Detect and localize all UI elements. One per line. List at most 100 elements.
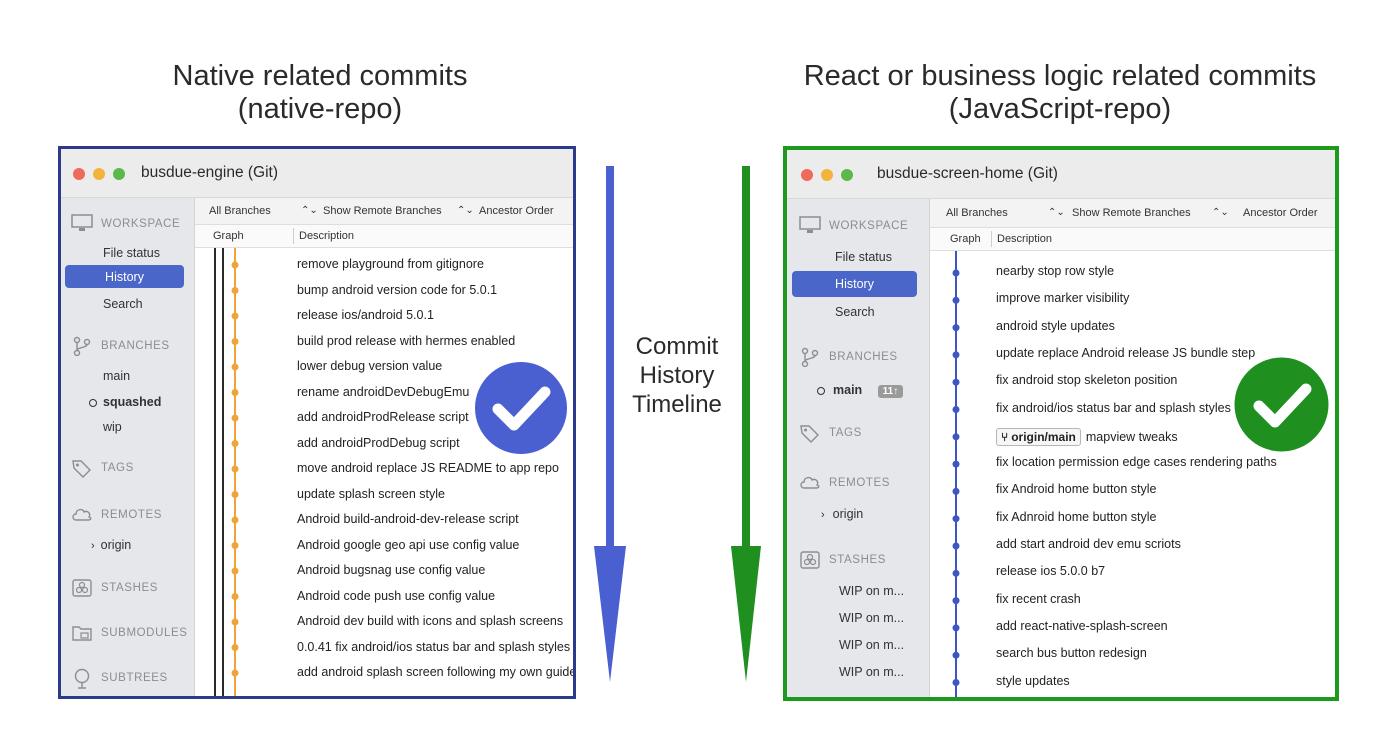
commit-row[interactable]: fix recent crash: [996, 592, 1081, 606]
commit-row[interactable]: add react-native-splash-screen: [996, 619, 1168, 633]
commit-row[interactable]: add androidProdDebug script: [297, 436, 460, 450]
branches-label: BRANCHES: [101, 340, 170, 352]
left-titlebar: busdue-engine (Git): [61, 149, 573, 198]
sidebar-branch-wip[interactable]: wip: [103, 420, 122, 434]
all-branches-select[interactable]: All Branches: [209, 205, 271, 217]
commit-node: [231, 363, 239, 371]
sidebar-branch-main[interactable]: main 11↑: [817, 383, 904, 398]
right-titlebar: busdue-screen-home (Git): [787, 150, 1335, 199]
branch-icon: [799, 347, 821, 368]
sidebar-item-search[interactable]: Search: [103, 297, 143, 311]
ahead-count-badge: 11↑: [877, 385, 904, 398]
description-column-header[interactable]: Description: [997, 233, 1052, 245]
left-toolbar: All Branches ⌃⌄ Show Remote Branches ⌃⌄ …: [195, 198, 573, 225]
zoom-window-button[interactable]: [113, 168, 125, 180]
commit-row[interactable]: fix android/ios status bar and splash st…: [996, 401, 1231, 415]
commit-node: [231, 338, 239, 345]
minimize-window-button[interactable]: [821, 169, 833, 181]
commit-row[interactable]: Android dev build with icons and splash …: [297, 614, 563, 628]
commit-row[interactable]: fix android stop skeleton position: [996, 373, 1177, 387]
sidebar-item-search[interactable]: Search: [835, 305, 875, 319]
commit-row[interactable]: move android replace JS README to app re…: [297, 461, 559, 475]
sidebar-remote-origin[interactable]: › origin: [91, 538, 131, 552]
sidebar-item-file-status[interactable]: File status: [835, 250, 892, 264]
sidebar-stash-item[interactable]: WIP on m...: [839, 584, 904, 598]
commit-row[interactable]: Android code push use config value: [297, 589, 495, 603]
stashes-label: STASHES: [101, 582, 159, 594]
commit-row[interactable]: add androidProdRelease script: [297, 410, 469, 424]
history-label: History: [105, 269, 144, 284]
commit-row[interactable]: improve marker visibility: [996, 291, 1129, 305]
commit-row[interactable]: remove playground from gitignore: [297, 257, 484, 271]
commit-row[interactable]: release ios 5.0.0 b7: [996, 564, 1105, 578]
graph-column-header[interactable]: Graph: [950, 233, 981, 245]
timeline-label-line-2: History: [639, 362, 715, 389]
submodules-label: SUBMODULES: [101, 627, 188, 639]
commit-row[interactable]: style updates: [996, 674, 1070, 688]
close-window-button[interactable]: [73, 168, 85, 180]
commit-row[interactable]: build prod release with hermes enabled: [297, 334, 515, 348]
graph-column-header[interactable]: Graph: [213, 230, 244, 242]
sidebar-stash-item[interactable]: WIP on m...: [839, 638, 904, 652]
sidebar-stashes-header: STASHES: [71, 578, 158, 598]
sidebar-branches-header: BRANCHES: [799, 347, 898, 368]
commit-row[interactable]: fix Android home button style: [996, 482, 1157, 496]
commit-row[interactable]: bump android version code for 5.0.1: [297, 283, 497, 297]
sidebar-remote-origin[interactable]: › origin: [821, 507, 863, 521]
right-heading: React or business logic related commits …: [780, 60, 1340, 126]
monitor-icon: [71, 214, 93, 234]
commit-node: [231, 618, 239, 626]
commit-row[interactable]: android style updates: [996, 319, 1115, 333]
commit-row[interactable]: add android splash screen following my o…: [297, 665, 573, 679]
commit-node: [231, 542, 239, 549]
sidebar-remotes-header: REMOTES: [799, 473, 890, 493]
commit-row[interactable]: lower debug version value: [297, 359, 442, 373]
sidebar-branch-main[interactable]: main: [103, 369, 130, 383]
commit-row[interactable]: nearby stop row style: [996, 264, 1114, 278]
description-column-header[interactable]: Description: [299, 230, 354, 242]
sidebar-item-history[interactable]: History: [65, 265, 184, 288]
ancestor-order-select[interactable]: Ancestor Order: [1243, 207, 1318, 219]
sidebar-stash-item[interactable]: WIP on m...: [839, 611, 904, 625]
commit-row[interactable]: fix Adnroid home button style: [996, 510, 1157, 524]
commit-row[interactable]: search bus button redesign: [996, 646, 1147, 660]
commit-message: mapview tweaks: [1085, 429, 1178, 444]
show-remote-branches-select[interactable]: Show Remote Branches: [323, 205, 442, 217]
commit-row[interactable]: update splash screen style: [297, 487, 445, 501]
tag-icon: [71, 458, 93, 478]
show-remote-branches-select[interactable]: Show Remote Branches: [1072, 207, 1191, 219]
sidebar-stash-item[interactable]: WIP on m...: [839, 665, 904, 679]
commit-row[interactable]: add start android dev emu scriots: [996, 537, 1181, 551]
ancestor-order-select[interactable]: Ancestor Order: [479, 205, 554, 217]
commit-row[interactable]: release ios/android 5.0.1: [297, 308, 434, 322]
tag-icon: [799, 423, 821, 443]
history-label: History: [835, 277, 874, 291]
commit-row[interactable]: Android build-android-dev-release script: [297, 512, 519, 526]
origin-main-badge: ⑂ origin/main: [996, 427, 1081, 446]
minimize-window-button[interactable]: [93, 168, 105, 180]
left-heading-line-2: (native-repo): [237, 93, 403, 125]
sidebar-item-file-status[interactable]: File status: [103, 246, 160, 260]
current-branch-icon: [89, 398, 97, 407]
commit-message: fix location permission edge cases rende…: [996, 455, 1277, 470]
commit-row[interactable]: Android google geo api use config value: [297, 538, 519, 552]
blue-checkmark-icon: [475, 362, 567, 454]
commit-row[interactable]: 0.0.41 fix android/ios status bar and sp…: [297, 640, 570, 654]
commit-row[interactable]: fix location permission edge cases rende…: [996, 455, 1277, 469]
commit-row[interactable]: ⑂ origin/main mapview tweaks: [996, 427, 1178, 446]
commit-node: [231, 440, 239, 447]
all-branches-select[interactable]: All Branches: [946, 207, 1008, 219]
commit-node: [231, 414, 239, 422]
sidebar-branch-squashed[interactable]: squashed: [89, 395, 161, 409]
close-window-button[interactable]: [801, 169, 813, 181]
commit-node: [231, 644, 239, 651]
sidebar-item-history[interactable]: History: [792, 271, 917, 297]
branches-label: BRANCHES: [829, 351, 898, 363]
commit-row[interactable]: Android bugsnag use config value: [297, 563, 485, 577]
commit-row[interactable]: rename androidDevDebugEmu: [297, 385, 469, 399]
commit-message: improve marker visibility: [996, 291, 1130, 306]
stash-icon: [799, 550, 821, 570]
commit-row[interactable]: update replace Android release JS bundle…: [996, 346, 1255, 360]
zoom-window-button[interactable]: [841, 169, 853, 181]
sidebar-stashes-header: STASHES: [799, 550, 886, 570]
